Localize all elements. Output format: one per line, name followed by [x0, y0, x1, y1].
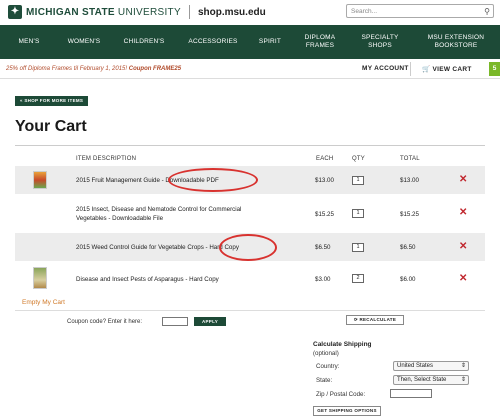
- remove-item-icon[interactable]: ✕: [459, 174, 467, 185]
- remove-item-icon[interactable]: ✕: [459, 207, 467, 218]
- remove-item-icon[interactable]: ✕: [459, 241, 467, 252]
- nav-item-womens[interactable]: WOMEN'S: [58, 25, 110, 59]
- divider: [15, 310, 485, 311]
- nav-item-mens[interactable]: MEN'S: [0, 25, 58, 59]
- brand-name: MICHIGAN STATE UNIVERSITY: [26, 6, 181, 18]
- page-title: Your Cart: [15, 118, 87, 135]
- coupon-label: Coupon code? Enter it here:: [67, 319, 143, 325]
- header-each: EACH: [316, 156, 334, 162]
- apply-coupon-button[interactable]: APPLY: [194, 317, 226, 326]
- brand-logo[interactable]: ✦ MICHIGAN STATE UNIVERSITY shop.msu.edu: [8, 4, 266, 20]
- get-shipping-options-button[interactable]: GET SHIPPING OPTIONS: [313, 406, 381, 416]
- coupon-input[interactable]: [162, 317, 188, 326]
- shipping-subtitle: (optional): [313, 350, 339, 357]
- nav-item-extension-bookstore[interactable]: MSU EXTENSION BOOKSTORE: [412, 25, 500, 59]
- quantity-input[interactable]: 1: [352, 243, 364, 252]
- quantity-input[interactable]: 1: [352, 209, 364, 218]
- country-select[interactable]: United States ⇕: [393, 361, 469, 371]
- shipping-title: Calculate Shipping: [313, 341, 372, 348]
- highlight-annotation: [168, 168, 258, 192]
- header-divider: [410, 62, 411, 76]
- product-thumbnail[interactable]: [33, 267, 47, 289]
- table-row: 2015 Insect, Disease and Nematode Contro…: [15, 197, 485, 230]
- my-account-link[interactable]: MY ACCOUNT: [362, 65, 409, 72]
- country-label: Country:: [316, 363, 340, 370]
- main-nav: MEN'S WOMEN'S CHILDREN'S ACCESSORIES SPI…: [0, 25, 500, 59]
- zip-input[interactable]: [390, 389, 432, 398]
- empty-cart-link[interactable]: Empty My Cart: [22, 299, 65, 306]
- item-total: $13.00: [400, 177, 419, 184]
- recalculate-button[interactable]: ⟳ RECALCULATE: [346, 315, 404, 325]
- divider: [0, 78, 500, 79]
- header-item-description: ITEM DESCRIPTION: [76, 156, 137, 162]
- item-total: $6.50: [400, 244, 416, 251]
- logo-divider: [188, 5, 190, 19]
- state-label: State:: [316, 377, 333, 384]
- promo-banner[interactable]: 25% off Diploma Frames til February 1, 2…: [6, 66, 181, 72]
- shop-name: shop.msu.edu: [197, 6, 266, 18]
- highlight-annotation: [219, 234, 277, 261]
- cart-icon: 🛒: [422, 66, 431, 73]
- shop-more-button[interactable]: « SHOP FOR MORE ITEMS: [15, 96, 89, 106]
- product-thumbnail[interactable]: [33, 171, 47, 189]
- search-icon[interactable]: ⚲: [484, 7, 490, 16]
- item-each-price: $3.00: [315, 276, 331, 283]
- spartan-helmet-icon: ✦: [8, 5, 22, 19]
- item-each-price: $13.00: [315, 177, 334, 184]
- select-arrows-icon: ⇕: [460, 377, 466, 383]
- table-row: Disease and Insect Pests of Asparagus - …: [15, 264, 485, 294]
- quantity-input[interactable]: 1: [352, 176, 364, 185]
- cart-count-badge[interactable]: 5: [489, 62, 500, 76]
- nav-item-diploma-frames[interactable]: DIPLOMA FRAMES: [292, 25, 348, 59]
- item-description[interactable]: 2015 Insect, Disease and Nematode Contro…: [76, 206, 241, 213]
- remove-item-icon[interactable]: ✕: [459, 273, 467, 284]
- zip-label: Zip / Postal Code:: [316, 391, 366, 398]
- view-cart-link[interactable]: 🛒 VIEW CART: [422, 65, 472, 73]
- nav-item-specialty-shops[interactable]: SPECIALTY SHOPS: [348, 25, 412, 59]
- item-description[interactable]: Disease and Insect Pests of Asparagus - …: [76, 276, 219, 283]
- quantity-input[interactable]: 2: [352, 274, 364, 283]
- item-each-price: $15.25: [315, 211, 334, 218]
- item-total: $6.00: [400, 276, 416, 283]
- item-total: $15.25: [400, 211, 419, 218]
- search-input[interactable]: Search... ⚲: [346, 4, 494, 18]
- item-each-price: $6.50: [315, 244, 331, 251]
- divider: [15, 145, 485, 146]
- search-placeholder: Search...: [351, 8, 378, 15]
- nav-item-accessories[interactable]: ACCESSORIES: [178, 25, 248, 59]
- nav-item-spirit[interactable]: SPIRIT: [248, 25, 292, 59]
- item-description-line2[interactable]: Vegetables - Downloadable File: [76, 215, 163, 222]
- header-qty: QTY: [352, 156, 365, 162]
- header-total: TOTAL: [400, 156, 420, 162]
- select-arrows-icon: ⇕: [460, 363, 466, 369]
- state-select[interactable]: Then, Select State ⇕: [393, 375, 469, 385]
- nav-item-childrens[interactable]: CHILDREN'S: [110, 25, 178, 59]
- item-description[interactable]: 2015 Weed Control Guide for Vegetable Cr…: [76, 244, 239, 251]
